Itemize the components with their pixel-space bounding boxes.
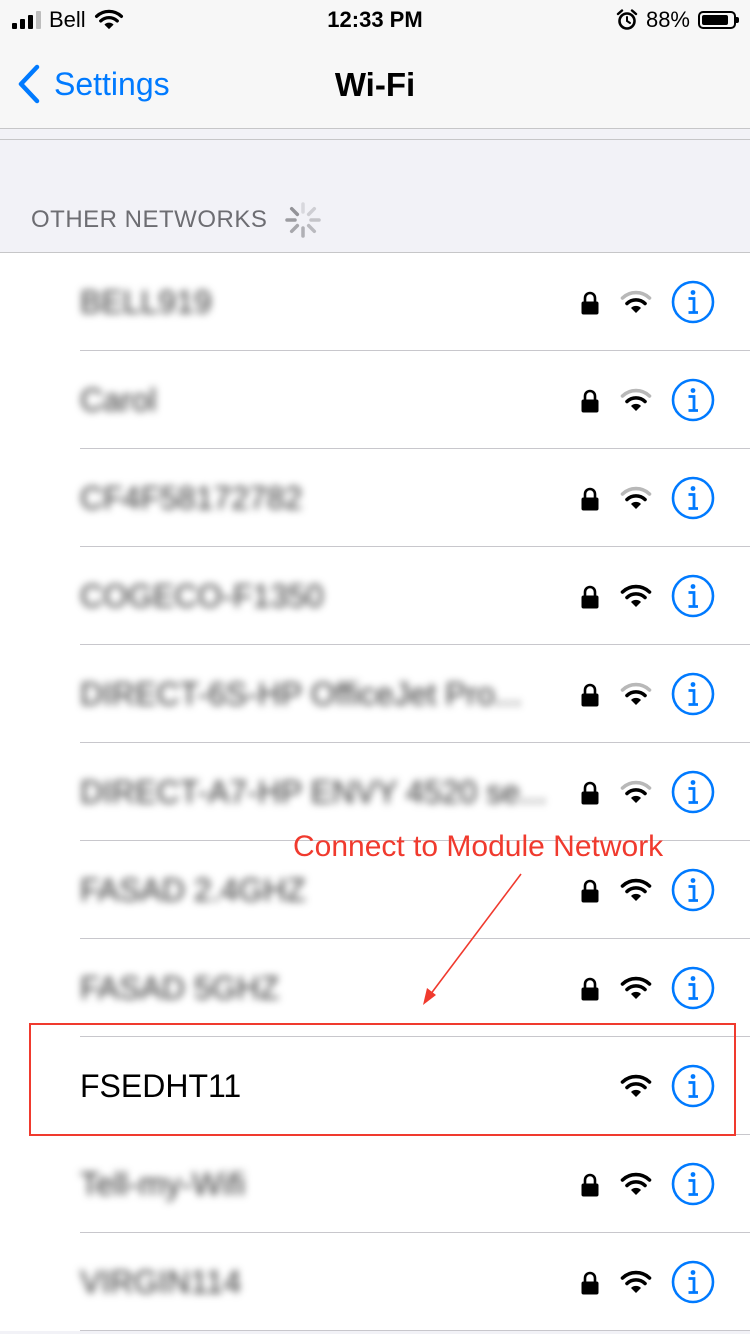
section-header-label: OTHER NETWORKS [31,206,268,233]
info-icon[interactable] [671,672,715,716]
info-icon[interactable] [671,770,715,814]
network-row[interactable]: COGECO-F1350 [0,547,750,645]
battery-icon [698,11,739,29]
network-name: FSEDHT11 [80,1068,242,1104]
network-name: CF4F58172782 [80,480,303,516]
alarm-icon [616,9,638,30]
battery-percentage: 88% [645,7,690,32]
info-icon[interactable] [671,868,715,912]
network-name: COGECO-F1350 [80,578,324,614]
wifi-icon [620,388,652,411]
info-icon[interactable] [671,1162,715,1206]
network-row[interactable]: CF4F58172782 [0,449,750,547]
wifi-icon [620,290,652,313]
lock-icon [581,1271,599,1295]
lock-icon [581,389,599,413]
navigation-bar: Settings Wi-Fi [0,40,750,129]
info-icon[interactable] [671,1064,715,1108]
wifi-icon [620,1270,652,1293]
status-right: 88% [616,6,739,34]
network-row[interactable]: VIRGIN114 [0,1233,750,1331]
wifi-icon [620,584,652,607]
network-row[interactable]: DIRECT-A7-HP ENVY 4520 se... [0,743,750,841]
lock-icon [581,1173,599,1197]
wifi-icon [620,780,652,803]
network-row[interactable]: FASAD 5GHZ [0,939,750,1037]
wifi-icon [620,976,652,999]
lock-icon [581,879,599,903]
network-name: FASAD 5GHZ [80,970,280,1006]
lock-icon [581,683,599,707]
network-name: FASAD 2.4GHZ [80,872,306,908]
lock-icon [581,977,599,1001]
info-icon[interactable] [671,574,715,618]
activity-spinner-icon [285,202,322,238]
wifi-icon [620,878,652,901]
wifi-icon [620,486,652,509]
network-row[interactable]: Tell-my-Wifi [0,1135,750,1233]
annotation-label: Connect to Module Network [293,830,664,863]
network-row[interactable]: BELL919 [0,253,750,351]
status-bar: Bell 12:33 PM 88% [0,0,750,40]
network-name: Carol [80,382,157,418]
network-name: VIRGIN114 [80,1264,242,1300]
lock-icon [581,585,599,609]
section-header: OTHER NETWORKS [31,200,323,240]
network-row[interactable]: DIRECT-6S-HP OfficeJet Pro... [0,645,750,743]
lock-icon [581,781,599,805]
lock-icon [581,291,599,315]
info-icon[interactable] [671,476,715,520]
network-name: BELL919 [80,284,212,320]
info-icon[interactable] [671,280,715,324]
wifi-icon [620,1172,652,1195]
network-name: DIRECT-A7-HP ENVY 4520 se... [80,774,547,810]
network-row[interactable]: Carol [0,351,750,449]
info-icon[interactable] [671,966,715,1010]
divider [0,139,750,140]
lock-icon [581,487,599,511]
network-row[interactable]: FSEDHT11 [0,1037,750,1135]
wifi-icon [620,1074,652,1097]
info-icon[interactable] [671,1260,715,1304]
wifi-icon [620,682,652,705]
network-list: BELL919 Carol CF4F58172782 COGECO-F1350 DIRE… [0,252,750,1331]
page-title: Wi-Fi [334,66,416,103]
network-name: DIRECT-6S-HP OfficeJet Pro... [80,676,522,712]
network-name: Tell-my-Wifi [80,1166,246,1202]
info-icon[interactable] [671,378,715,422]
row-separator [80,1330,750,1331]
